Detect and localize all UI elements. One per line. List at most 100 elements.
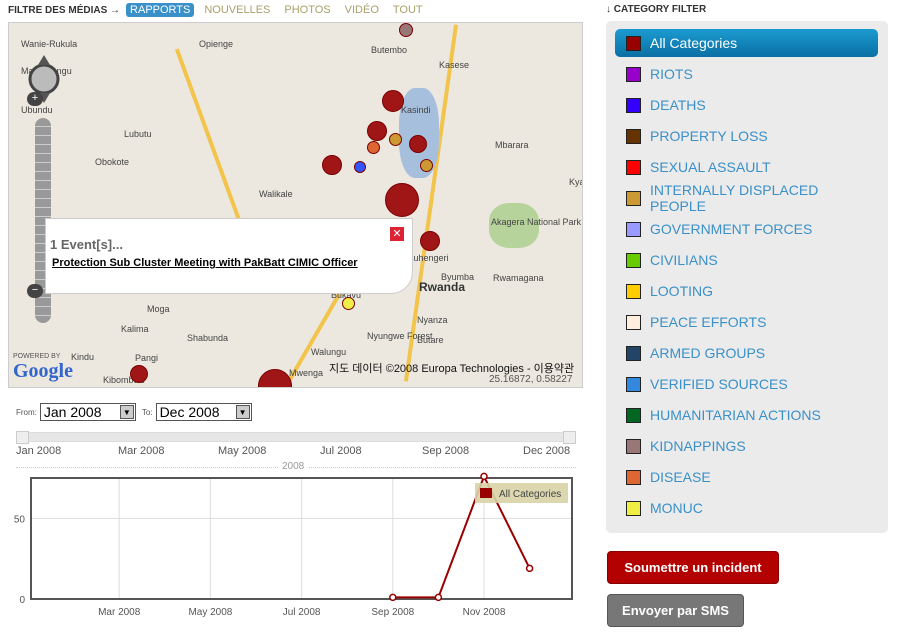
map-coordinates: 25.16872, 0.58227 [489,374,573,385]
lake [399,88,439,178]
category-label: INTERNALLY DISPLACED PEOPLE [649,182,819,214]
category-label: PROPERTY LOSS [650,128,768,144]
map-event-marker[interactable] [382,90,404,112]
map-place-label: Kasese [439,60,470,70]
category-label: ARMED GROUPS [650,345,766,361]
map-place-label: Mwenga [289,368,324,378]
category-swatch [626,221,641,237]
map-event-marker[interactable] [399,23,413,37]
tab-video[interactable]: VIDÉO [341,3,383,17]
category-swatch [626,438,641,454]
map-place-label: Pangi [135,353,159,363]
category-label: KIDNAPPINGS [650,438,746,454]
map-place-label: Butembo [371,45,408,55]
road [174,48,248,238]
map-event-marker[interactable] [420,159,433,172]
submit-incident-button[interactable]: Soumettre un incident [607,551,779,584]
slider-start-handle[interactable] [16,431,29,444]
category-swatch [626,345,641,361]
category-item[interactable]: VERIFIED SOURCES [615,370,878,398]
timeline-slider[interactable] [16,431,576,444]
map-place-label: Moga [147,304,170,314]
send-sms-button[interactable]: Envoyer par SMS [607,594,744,627]
from-select[interactable]: Jan 2008 ▼ [39,403,136,421]
category-item[interactable]: ARMED GROUPS [615,339,878,367]
map-place-label: Kindu [71,352,95,362]
category-swatch [626,500,641,516]
category-item[interactable]: GOVERNMENT FORCES [615,215,878,243]
tab-nouvelles[interactable]: NOUVELLES [200,3,274,17]
map-event-marker[interactable] [367,121,387,141]
y-tick-label: 0 [19,595,25,606]
legend-label: All Categories [499,489,561,500]
category-item[interactable]: HUMANITARIAN ACTIONS [615,401,878,429]
map-event-marker[interactable] [367,141,380,154]
zoom-out-icon[interactable]: − [27,284,43,298]
category-label: VERIFIED SOURCES [650,376,788,392]
x-tick-label: Jul 2008 [283,607,321,618]
category-swatch [626,314,641,330]
data-point [434,593,443,602]
category-label: DISEASE [650,469,711,485]
map-event-marker[interactable] [385,183,419,217]
google-logo: POWERED BY Google [13,353,73,383]
category-item[interactable]: DEATHS [615,91,878,119]
to-value: Dec 2008 [159,404,220,420]
category-item[interactable]: LOOTING [615,277,878,305]
category-item[interactable]: KIDNAPPINGS [615,432,878,460]
category-label: All Categories [650,35,738,51]
category-item[interactable]: SEXUAL ASSAULT [615,153,878,181]
category-swatch [626,252,641,268]
tab-photos[interactable]: PHOTOS [280,3,334,17]
category-item[interactable]: MONUC [615,494,878,522]
map-place-label: Lubutu [124,129,152,139]
slider-label: Dec 2008 [523,445,571,457]
map-event-marker[interactable] [420,231,440,251]
x-tick-label: Nov 2008 [463,607,506,618]
map-place-label: Ruhengeri [407,253,449,263]
category-swatch [626,35,641,51]
map-event-marker[interactable] [258,369,292,387]
map-event-marker[interactable] [354,161,366,173]
map-event-marker[interactable] [342,297,355,310]
category-label: SEXUAL ASSAULT [650,159,771,175]
category-item[interactable]: CIVILIANS [615,246,878,274]
category-label: RIOTS [650,66,693,82]
zoom-in-icon[interactable]: + [27,92,43,106]
map-place-label: Rwanda [419,280,466,294]
tab-tout[interactable]: TOUT [389,3,427,17]
map-place-label: Nyanza [417,315,448,325]
category-filter-title: ↓ CATEGORY FILTER [606,4,707,15]
legend-swatch [480,488,492,498]
to-label: To: [141,407,153,417]
google-wordmark: Google [13,360,73,382]
tab-rapports[interactable]: RAPPORTS [126,3,195,17]
category-item[interactable]: All Categories [615,29,878,57]
category-item[interactable]: RIOTS [615,60,878,88]
date-range: From: Jan 2008 ▼ To: Dec 2008 ▼ [16,403,252,421]
category-swatch [626,376,641,392]
category-swatch [626,97,641,113]
map-place-label: Walungu [311,347,347,357]
event-popup: 1 Event[s]... Protection Sub Cluster Mee… [45,218,413,294]
category-item[interactable]: INTERNALLY DISPLACED PEOPLE [615,182,878,214]
y-tick-label: 50 [14,514,26,525]
category-item[interactable]: PROPERTY LOSS [615,122,878,150]
map-event-marker[interactable] [389,133,402,146]
map[interactable]: Wanie-RukulaOpiengeButemboKaseseMane-Tun… [8,22,583,388]
slider-label: May 2008 [218,445,267,457]
close-icon[interactable]: ✕ [390,227,404,241]
map-event-marker[interactable] [322,155,342,175]
category-item[interactable]: DISEASE [615,463,878,491]
slider-end-handle[interactable] [563,431,576,444]
x-tick-label: Mar 2008 [98,607,141,618]
map-place-label: Wanie-Rukula [21,39,78,49]
map-event-marker[interactable] [130,365,148,383]
map-event-marker[interactable] [409,135,427,153]
category-swatch [626,159,641,175]
category-item[interactable]: PEACE EFFORTS [615,308,878,336]
category-swatch [626,66,641,82]
to-select[interactable]: Dec 2008 ▼ [155,403,252,421]
popup-event-link[interactable]: Protection Sub Cluster Meeting with PakB… [52,257,358,269]
powered-by: POWERED BY [13,353,61,360]
